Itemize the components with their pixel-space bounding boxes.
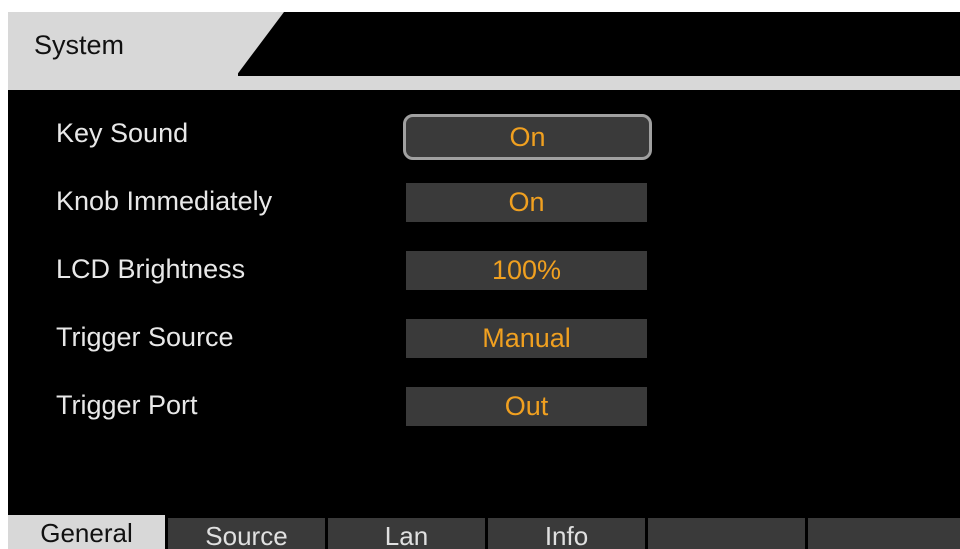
title-tab-slant	[236, 12, 284, 76]
title-underline	[8, 76, 960, 90]
trigger-port-label: Trigger Port	[56, 390, 198, 420]
lcd-brightness-value-button[interactable]: 100%	[406, 251, 647, 290]
page-title: System	[34, 30, 125, 60]
knob-immediately-label: Knob Immediately	[56, 186, 273, 216]
bottom-tab-bar: General Source Lan Info	[8, 515, 960, 549]
system-settings-screen: System Key Sound On Knob Immediately On …	[8, 12, 960, 549]
trigger-source-label: Trigger Source	[56, 322, 234, 352]
tab-source[interactable]: Source	[168, 518, 325, 549]
tab-empty-5[interactable]	[648, 518, 805, 549]
tab-general[interactable]: General	[8, 515, 165, 549]
tab-empty-6[interactable]	[808, 518, 960, 549]
title-bar: System	[8, 12, 960, 90]
trigger-source-value-button[interactable]: Manual	[406, 319, 647, 358]
trigger-port-value-button[interactable]: Out	[406, 387, 647, 426]
lcd-brightness-label: LCD Brightness	[56, 254, 246, 284]
key-sound-row: On	[8, 114, 960, 160]
key-sound-value-button[interactable]: On	[403, 114, 652, 160]
tab-lan[interactable]: Lan	[328, 518, 485, 549]
knob-immediately-value-button[interactable]: On	[406, 183, 647, 222]
tab-info[interactable]: Info	[488, 518, 645, 549]
